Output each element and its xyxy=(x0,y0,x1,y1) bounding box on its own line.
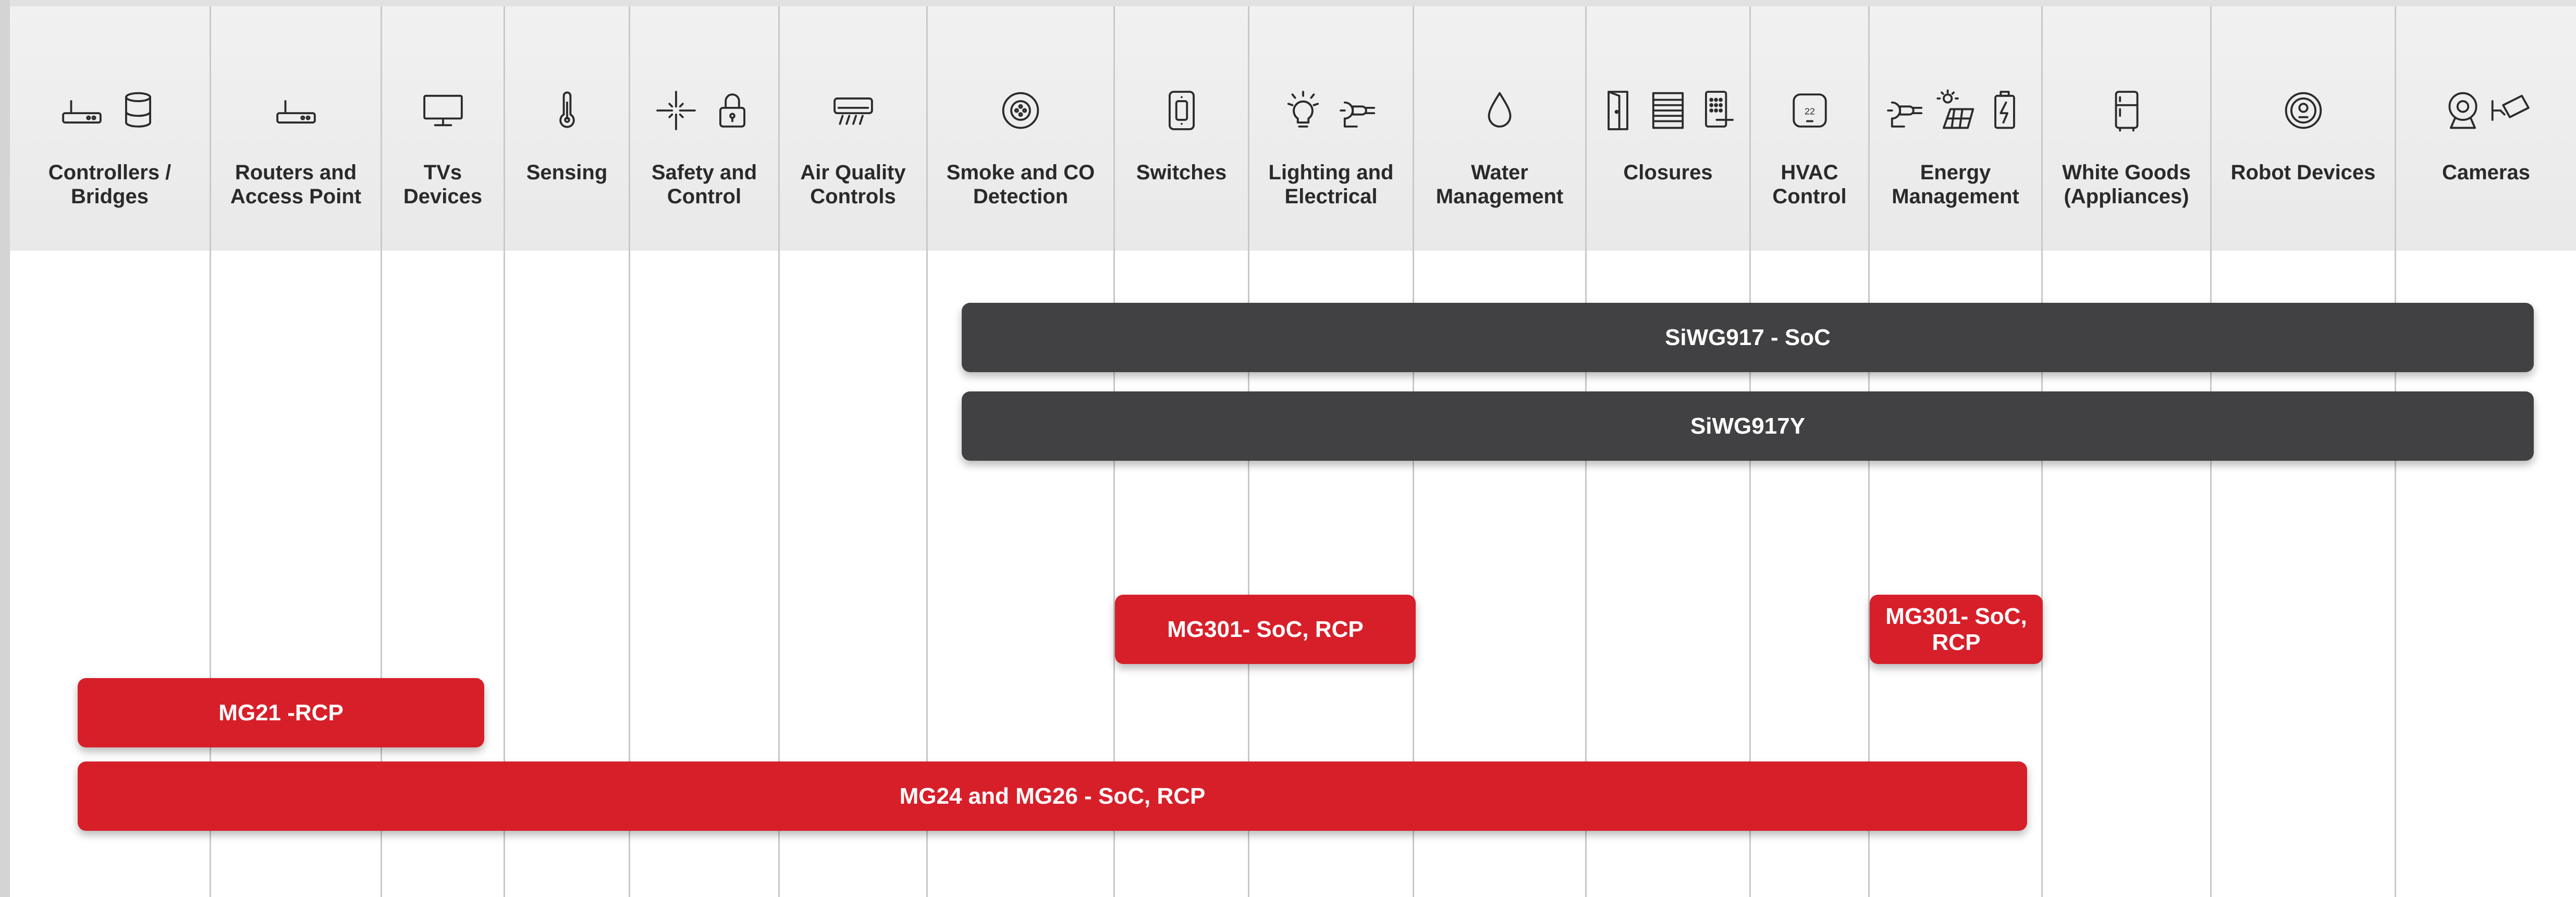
column-label: Switches xyxy=(1136,161,1227,184)
webcam-icon xyxy=(2448,92,2477,129)
column-label: Sensing xyxy=(526,161,608,184)
keypad-lock-icon xyxy=(1705,91,1734,128)
column-sensing: Sensing xyxy=(505,6,629,251)
thermometer-icon xyxy=(559,91,575,128)
bar-label: MG24 and MG26 - SoC, RCP xyxy=(899,783,1206,809)
light-bulb-icon xyxy=(1287,91,1319,128)
plug-icon xyxy=(1339,101,1375,128)
column-label: Energy Management xyxy=(1892,161,2019,208)
motion-sensor-icon xyxy=(656,91,696,130)
water-drop-icon xyxy=(1488,92,1512,128)
column-label: Safety and Control xyxy=(651,161,757,208)
lock-icon xyxy=(719,93,745,128)
bar-siwg917y: SiWG917Y xyxy=(962,391,2534,461)
column-white-goods: White Goods (Appliances) xyxy=(2043,6,2210,251)
column-tvs-devices: TVs Devices xyxy=(382,6,504,251)
column-label: Controllers / Bridges xyxy=(48,161,171,208)
solar-panel-icon xyxy=(1936,89,1974,129)
blinds-icon xyxy=(1652,92,1684,129)
column-water-management: Water Management xyxy=(1414,6,1585,251)
column-hvac-control: 22 HVAC Control xyxy=(1751,6,1868,251)
device-coverage-diagram: Controllers / Bridges Routers and Access… xyxy=(0,0,2576,897)
column-switches: Switches xyxy=(1115,6,1248,251)
column-routers-access-point: Routers and Access Point xyxy=(211,6,381,251)
router-icon xyxy=(62,100,102,124)
thermostat-icon: 22 xyxy=(1792,93,1827,128)
column-air-quality: Air Quality Controls xyxy=(780,6,926,251)
air-conditioner-icon xyxy=(833,97,873,125)
bar-mg21-rcp: MG21 -RCP xyxy=(78,678,484,747)
column-icons xyxy=(211,79,381,142)
plug-icon xyxy=(1886,101,1922,128)
column-label: Closures xyxy=(1623,161,1713,184)
column-icons xyxy=(1870,79,2041,142)
bar-label: SiWG917Y xyxy=(1690,413,1806,439)
door-icon xyxy=(1608,91,1628,130)
smart-speaker-icon xyxy=(125,92,151,128)
column-icons xyxy=(1115,79,1248,142)
column-icons xyxy=(382,79,504,142)
bar-mg24-mg26: MG24 and MG26 - SoC, RCP xyxy=(78,761,2027,831)
battery-icon xyxy=(1994,91,2015,129)
column-icons: 22 xyxy=(1751,79,1868,142)
column-label: Water Management xyxy=(1436,161,1564,208)
column-label: Smoke and CO Detection xyxy=(946,161,1095,208)
bar-label: SiWG917 - SoC xyxy=(1665,324,1831,350)
column-label: Cameras xyxy=(2442,161,2530,184)
column-label: Lighting and Electrical xyxy=(1268,161,1394,208)
bar-label: MG301- SoC, RCP xyxy=(1885,603,2027,655)
column-label: Routers and Access Point xyxy=(230,161,362,208)
bar-mg301-switches-lighting: MG301- SoC, RCP xyxy=(1115,595,1416,664)
column-energy-management: Energy Management xyxy=(1870,6,2041,251)
column-label: HVAC Control xyxy=(1772,161,1847,208)
bar-siwg917-soc: SiWG917 - SoC xyxy=(962,303,2534,372)
refrigerator-icon xyxy=(2115,91,2138,132)
robot-vacuum-icon xyxy=(2285,92,2322,129)
router-icon xyxy=(276,100,316,124)
column-icons xyxy=(1249,79,1413,142)
top-border xyxy=(0,0,2576,6)
column-icons xyxy=(2212,79,2395,142)
wall-switch-icon xyxy=(1168,91,1195,130)
column-closures: Closures xyxy=(1587,6,1749,251)
security-camera-icon xyxy=(2491,94,2530,121)
column-label: White Goods (Appliances) xyxy=(2062,161,2191,208)
tv-icon xyxy=(423,94,463,127)
thermostat-readout: 22 xyxy=(1805,106,1815,117)
column-safety-control: Safety and Control xyxy=(630,6,778,251)
column-icons xyxy=(928,79,1113,142)
bar-mg301-energy: MG301- SoC, RCP xyxy=(1870,595,2043,664)
column-icons xyxy=(1587,79,1749,142)
column-controllers-bridges: Controllers / Bridges xyxy=(10,6,210,251)
bar-label: MG301- SoC, RCP xyxy=(1167,616,1364,642)
column-icons xyxy=(2396,79,2576,142)
column-icons xyxy=(505,79,629,142)
column-icons xyxy=(780,79,926,142)
left-border xyxy=(0,0,10,897)
column-icons xyxy=(1414,79,1585,142)
column-label: Air Quality Controls xyxy=(800,161,906,208)
column-label: TVs Devices xyxy=(403,161,483,208)
column-icons xyxy=(2043,79,2210,142)
column-lighting-electrical: Lighting and Electrical xyxy=(1249,6,1413,251)
column-robot-devices: Robot Devices xyxy=(2212,6,2395,251)
bar-label: MG21 -RCP xyxy=(218,699,344,726)
column-smoke-co: Smoke and CO Detection xyxy=(928,6,1113,251)
smoke-detector-icon xyxy=(1002,92,1039,129)
column-cameras: Cameras xyxy=(2396,6,2576,251)
column-icons xyxy=(10,79,210,142)
column-label: Robot Devices xyxy=(2230,161,2376,184)
column-icons xyxy=(630,79,778,142)
